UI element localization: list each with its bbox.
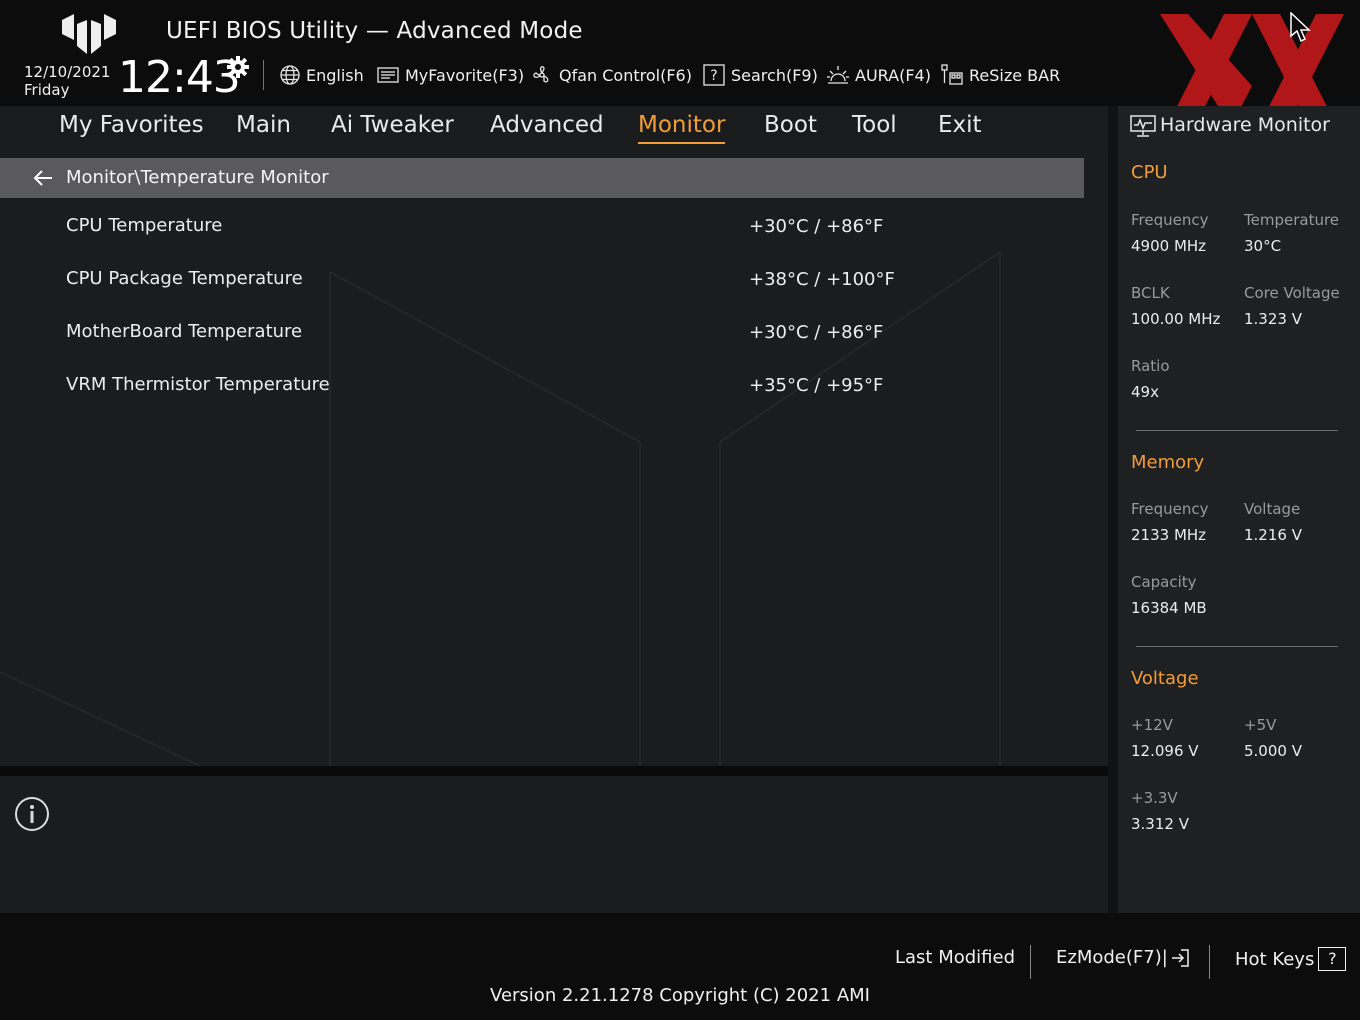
- bclk-label: BCLK: [1131, 284, 1170, 302]
- aura-icon: [827, 66, 849, 84]
- settings-panel: Monitor\Temperature Monitor CPU Temperat…: [0, 152, 1108, 766]
- setting-row-vrm-thermistor-temperature[interactable]: VRM Thermistor Temperature +35°C / +95°F: [0, 362, 1084, 410]
- search-help-icon: ?: [703, 64, 725, 86]
- cpu-frequency-label: Frequency: [1131, 211, 1209, 229]
- hardware-monitor-title: Hardware Monitor: [1160, 114, 1330, 136]
- resize-bar-icon: [941, 64, 963, 85]
- hot-keys-label: Hot Keys: [1235, 948, 1315, 970]
- gear-icon[interactable]: [226, 55, 250, 79]
- globe-icon: [280, 65, 300, 85]
- voltage-section-heading: Voltage: [1131, 668, 1199, 689]
- v12-label: +12V: [1131, 716, 1173, 734]
- version-text: Version 2.21.1278 Copyright (C) 2021 AMI: [490, 985, 870, 1006]
- ezmode-label: EzMode(F7)|: [1056, 947, 1168, 968]
- aura-label: AURA(F4): [855, 65, 931, 85]
- tab-advanced[interactable]: Advanced: [490, 112, 604, 138]
- bclk-value: 100.00 MHz: [1131, 310, 1221, 328]
- setting-label: CPU Temperature: [66, 215, 223, 236]
- core-voltage-label: Core Voltage: [1244, 284, 1340, 302]
- v33-value: 3.312 V: [1131, 815, 1189, 833]
- setting-value: +30°C / +86°F: [749, 322, 884, 343]
- setting-value: +30°C / +86°F: [749, 216, 884, 237]
- setting-row-cpu-package-temperature[interactable]: CPU Package Temperature +38°C / +100°F: [0, 256, 1084, 304]
- last-modified-button[interactable]: Last Modified: [895, 947, 1015, 968]
- exit-to-ezmode-icon: [1171, 948, 1189, 967]
- setting-label: CPU Package Temperature: [66, 268, 303, 289]
- mouse-cursor-icon: [1290, 12, 1311, 43]
- language-button[interactable]: English: [279, 62, 364, 88]
- app-title: UEFI BIOS Utility — Advanced Mode: [166, 18, 583, 44]
- tab-tool[interactable]: Tool: [852, 112, 897, 138]
- header-bar: UEFI BIOS Utility — Advanced Mode 12/10/…: [0, 0, 1360, 140]
- breadcrumb-bar: Monitor\Temperature Monitor: [0, 158, 1084, 198]
- hot-keys-button[interactable]: Hot Keys ?: [1235, 947, 1347, 971]
- v5-value: 5.000 V: [1244, 742, 1302, 760]
- tab-ai-tweaker[interactable]: Ai Tweaker: [331, 112, 454, 138]
- tab-monitor[interactable]: Monitor: [638, 112, 726, 144]
- resize-bar-button[interactable]: ReSize BAR: [940, 62, 1060, 88]
- setting-label: VRM Thermistor Temperature: [66, 374, 330, 395]
- clock[interactable]: 12:43: [118, 52, 241, 104]
- help-key-icon: ?: [1318, 947, 1347, 971]
- breadcrumb: Monitor\Temperature Monitor: [66, 167, 329, 188]
- monitor-icon: [1130, 115, 1156, 137]
- core-voltage-value: 1.323 V: [1244, 310, 1302, 328]
- weekday-text: Friday: [24, 81, 70, 99]
- myfavorite-button[interactable]: MyFavorite(F3): [376, 62, 524, 88]
- cpu-section-heading: CPU: [1131, 162, 1168, 183]
- tab-main[interactable]: Main: [236, 112, 291, 138]
- favorite-icon: [377, 67, 399, 83]
- section-divider: [1136, 646, 1338, 647]
- tuf-logo: [62, 14, 116, 54]
- section-divider: [1136, 430, 1338, 431]
- search-label: Search(F9): [731, 65, 818, 85]
- v12-value: 12.096 V: [1131, 742, 1199, 760]
- back-arrow-icon[interactable]: [32, 169, 54, 187]
- tab-boot[interactable]: Boot: [764, 112, 817, 138]
- svg-text:?: ?: [710, 68, 717, 84]
- footer-divider: [1030, 945, 1031, 979]
- cpu-temperature-value: 30°C: [1244, 237, 1282, 255]
- memory-frequency-label: Frequency: [1131, 500, 1209, 518]
- date-text: 12/10/2021: [24, 63, 111, 81]
- memory-section-heading: Memory: [1131, 452, 1205, 473]
- setting-value: +38°C / +100°F: [749, 269, 895, 290]
- fan-icon: [533, 66, 549, 83]
- memory-voltage-label: Voltage: [1244, 500, 1301, 518]
- help-info-panel: [0, 776, 1108, 913]
- ratio-label: Ratio: [1131, 357, 1170, 375]
- aura-button[interactable]: AURA(F4): [826, 62, 931, 88]
- footer-divider: [1209, 945, 1210, 979]
- cpu-temperature-label: Temperature: [1244, 211, 1340, 229]
- panel-separator: [0, 766, 1108, 776]
- v33-label: +3.3V: [1131, 789, 1178, 807]
- capacity-value: 16384 MB: [1131, 599, 1207, 617]
- header-divider: [263, 60, 264, 90]
- capacity-label: Capacity: [1131, 573, 1197, 591]
- ratio-value: 49x: [1131, 383, 1159, 401]
- setting-row-cpu-temperature[interactable]: CPU Temperature +30°C / +86°F: [0, 203, 1084, 251]
- qfan-control-button[interactable]: Qfan Control(F6): [530, 62, 692, 88]
- hardware-monitor-panel: Hardware Monitor CPU Frequency 4900 MHz …: [1118, 106, 1360, 913]
- qfan-control-label: Qfan Control(F6): [559, 65, 692, 85]
- myfavorite-label: MyFavorite(F3): [405, 65, 525, 85]
- setting-label: MotherBoard Temperature: [66, 321, 303, 342]
- setting-value: +35°C / +95°F: [749, 375, 884, 396]
- footer-bar: Last Modified EzMode(F7)| Hot Keys ? Ver…: [0, 913, 1360, 1020]
- tab-my-favorites[interactable]: My Favorites: [59, 112, 204, 138]
- tab-exit[interactable]: Exit: [938, 112, 982, 138]
- search-button[interactable]: ? Search(F9): [702, 62, 818, 88]
- memory-voltage-value: 1.216 V: [1244, 526, 1302, 544]
- info-icon: [15, 797, 49, 831]
- setting-row-motherboard-temperature[interactable]: MotherBoard Temperature +30°C / +86°F: [0, 309, 1084, 357]
- main-tab-bar: My Favorites Main Ai Tweaker Advanced Mo…: [0, 106, 1108, 152]
- date-display[interactable]: 12/10/2021 Friday: [24, 63, 110, 99]
- cpu-frequency-value: 4900 MHz: [1131, 237, 1207, 255]
- v5-label: +5V: [1244, 716, 1277, 734]
- memory-frequency-value: 2133 MHz: [1131, 526, 1207, 544]
- ezmode-button[interactable]: EzMode(F7)|: [1056, 947, 1190, 968]
- language-label: English: [306, 65, 364, 85]
- resize-bar-label: ReSize BAR: [969, 65, 1061, 85]
